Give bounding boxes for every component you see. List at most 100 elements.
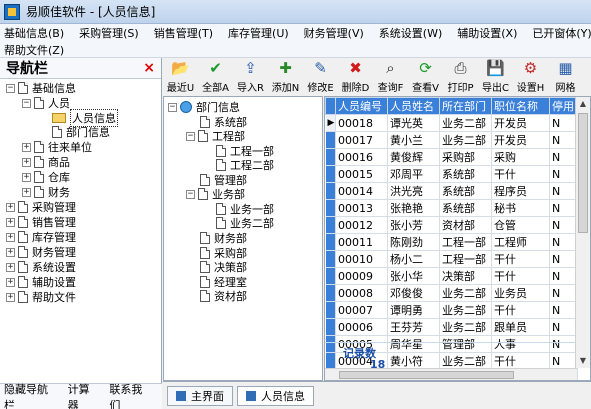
tab-personnel-info[interactable]: 人员信息: [237, 385, 314, 406]
recent-button[interactable]: 📂 最近U: [163, 58, 198, 96]
table-cell[interactable]: 00018: [335, 114, 388, 132]
table-cell[interactable]: 00016: [335, 148, 388, 166]
scroll-up-icon[interactable]: ▲: [578, 99, 588, 109]
collapse-icon[interactable]: −: [168, 102, 177, 112]
row-indicator[interactable]: [325, 216, 336, 234]
nav-item-goods[interactable]: + 商品: [22, 155, 70, 169]
dept-item-engineering-1[interactable]: 工程一部: [216, 144, 274, 158]
table-cell[interactable]: 业务员: [491, 284, 550, 302]
table-cell[interactable]: 00009: [335, 267, 388, 285]
nav-item-purchase[interactable]: + 采购管理: [6, 200, 76, 214]
horizontal-scrollbar[interactable]: [325, 368, 577, 380]
table-cell[interactable]: 张艳艳: [387, 199, 440, 217]
row-indicator[interactable]: [325, 250, 336, 268]
column-header[interactable]: 所在部门: [439, 97, 492, 115]
nav-item-basic-info[interactable]: − 基础信息: [6, 81, 76, 95]
dept-item-system[interactable]: 系统部: [200, 115, 247, 129]
nav-item-personnel-info[interactable]: 人员信息: [52, 109, 118, 127]
table-cell[interactable]: N: [549, 301, 578, 319]
table-cell[interactable]: 陈刚劲: [387, 233, 440, 251]
expand-icon[interactable]: +: [6, 247, 15, 257]
table-cell[interactable]: 工程一部: [439, 233, 492, 251]
row-indicator[interactable]: ▶: [325, 114, 336, 132]
collapse-icon[interactable]: −: [22, 98, 31, 108]
dept-item-purchasing[interactable]: 采购部: [200, 246, 247, 260]
table-cell[interactable]: N: [549, 233, 578, 251]
scroll-thumb[interactable]: [339, 371, 514, 379]
nav-item-accounts[interactable]: + 财务: [22, 185, 70, 199]
table-cell[interactable]: 00014: [335, 182, 388, 200]
table-cell[interactable]: N: [549, 165, 578, 183]
collapse-icon[interactable]: −: [186, 189, 195, 199]
table-row[interactable]: 00013 张艳艳 系统部 秘书 N: [325, 199, 578, 217]
nav-item-system[interactable]: + 系统设置: [6, 260, 76, 274]
table-row[interactable]: 00009 张小华 决策部 干什 N: [325, 267, 578, 285]
print-button[interactable]: ⎙ 打印P: [443, 58, 478, 96]
table-cell[interactable]: 黄俊辉: [387, 148, 440, 166]
row-indicator[interactable]: [325, 165, 336, 183]
table-cell[interactable]: 系统部: [439, 199, 492, 217]
contact-link[interactable]: 联系我们: [109, 381, 153, 409]
table-cell[interactable]: 王芬芳: [387, 318, 440, 336]
table-cell[interactable]: N: [549, 284, 578, 302]
expand-icon[interactable]: +: [6, 262, 15, 272]
menu-item-system[interactable]: 系统设置(W): [379, 25, 442, 41]
table-row[interactable]: 00010 杨小二 工程一部 干什 N: [325, 250, 578, 268]
table-cell[interactable]: 00006: [335, 318, 388, 336]
row-indicator[interactable]: [325, 301, 336, 319]
table-cell[interactable]: 干什: [491, 165, 550, 183]
column-header[interactable]: 职位名称: [491, 97, 550, 115]
scroll-down-icon[interactable]: ▼: [578, 356, 588, 366]
table-cell[interactable]: 业务二部: [439, 284, 492, 302]
table-cell[interactable]: 谭明勇: [387, 301, 440, 319]
table-cell[interactable]: N: [549, 216, 578, 234]
calculator-link[interactable]: 计算器: [68, 381, 101, 409]
expand-icon[interactable]: +: [22, 187, 31, 197]
import-button[interactable]: ⇪ 导入R: [233, 58, 268, 96]
table-row[interactable]: 00015 邓周平 系统部 干什 N: [325, 165, 578, 183]
nav-item-finance[interactable]: + 财务管理: [6, 245, 76, 259]
table-cell[interactable]: 业务二部: [439, 131, 492, 149]
row-indicator[interactable]: [325, 199, 336, 217]
table-cell[interactable]: 工程师: [491, 233, 550, 251]
table-cell[interactable]: N: [549, 267, 578, 285]
table-cell[interactable]: 业务二部: [439, 114, 492, 132]
table-cell[interactable]: N: [549, 148, 578, 166]
tab-main[interactable]: 主界面: [167, 385, 233, 406]
dept-item-decision[interactable]: 决策部: [200, 260, 247, 274]
delete-button[interactable]: ✖ 删除D: [338, 58, 373, 96]
table-cell[interactable]: N: [549, 318, 578, 336]
add-button[interactable]: ✚ 添加N: [268, 58, 303, 96]
row-indicator[interactable]: [325, 318, 336, 336]
table-row[interactable]: 00007 谭明勇 业务二部 干什 N: [325, 301, 578, 319]
all-button[interactable]: ✔ 全部A: [198, 58, 233, 96]
table-row[interactable]: 00006 王芬芳 业务二部 跟单员 N: [325, 318, 578, 336]
table-cell[interactable]: N: [549, 250, 578, 268]
expand-icon[interactable]: +: [6, 232, 15, 242]
dept-item-finance[interactable]: 财务部: [200, 231, 247, 245]
table-cell[interactable]: 资材部: [439, 216, 492, 234]
table-row[interactable]: 00017 黄小兰 业务二部 开发员 N: [325, 131, 578, 149]
table-cell[interactable]: 00008: [335, 284, 388, 302]
table-row[interactable]: 00008 邓俊俊 业务二部 业务员 N: [325, 284, 578, 302]
expand-icon[interactable]: +: [22, 157, 31, 167]
row-indicator[interactable]: [325, 233, 336, 251]
nav-item-inventory[interactable]: + 库存管理: [6, 230, 76, 244]
table-cell[interactable]: 仓管: [491, 216, 550, 234]
table-cell[interactable]: N: [549, 182, 578, 200]
dept-item-manager-office[interactable]: 经理室: [200, 275, 247, 289]
dept-item-root[interactable]: − 部门信息: [168, 100, 240, 114]
table-cell[interactable]: 系统部: [439, 182, 492, 200]
table-cell[interactable]: 开发员: [491, 131, 550, 149]
edit-button[interactable]: ✎ 修改E: [303, 58, 338, 96]
column-header[interactable]: 人员姓名: [387, 97, 440, 115]
table-cell[interactable]: 邓周平: [387, 165, 440, 183]
grid-button[interactable]: ▦ 网格: [548, 58, 583, 96]
column-header[interactable]: 人员编号: [335, 97, 388, 115]
row-indicator[interactable]: [325, 182, 336, 200]
row-indicator[interactable]: [325, 148, 336, 166]
nav-item-warehouse[interactable]: + 仓库: [22, 170, 70, 184]
table-cell[interactable]: 系统部: [439, 165, 492, 183]
hide-nav-link[interactable]: 隐藏导航栏: [4, 381, 59, 409]
menu-item-inventory[interactable]: 库存管理(U): [228, 25, 289, 41]
